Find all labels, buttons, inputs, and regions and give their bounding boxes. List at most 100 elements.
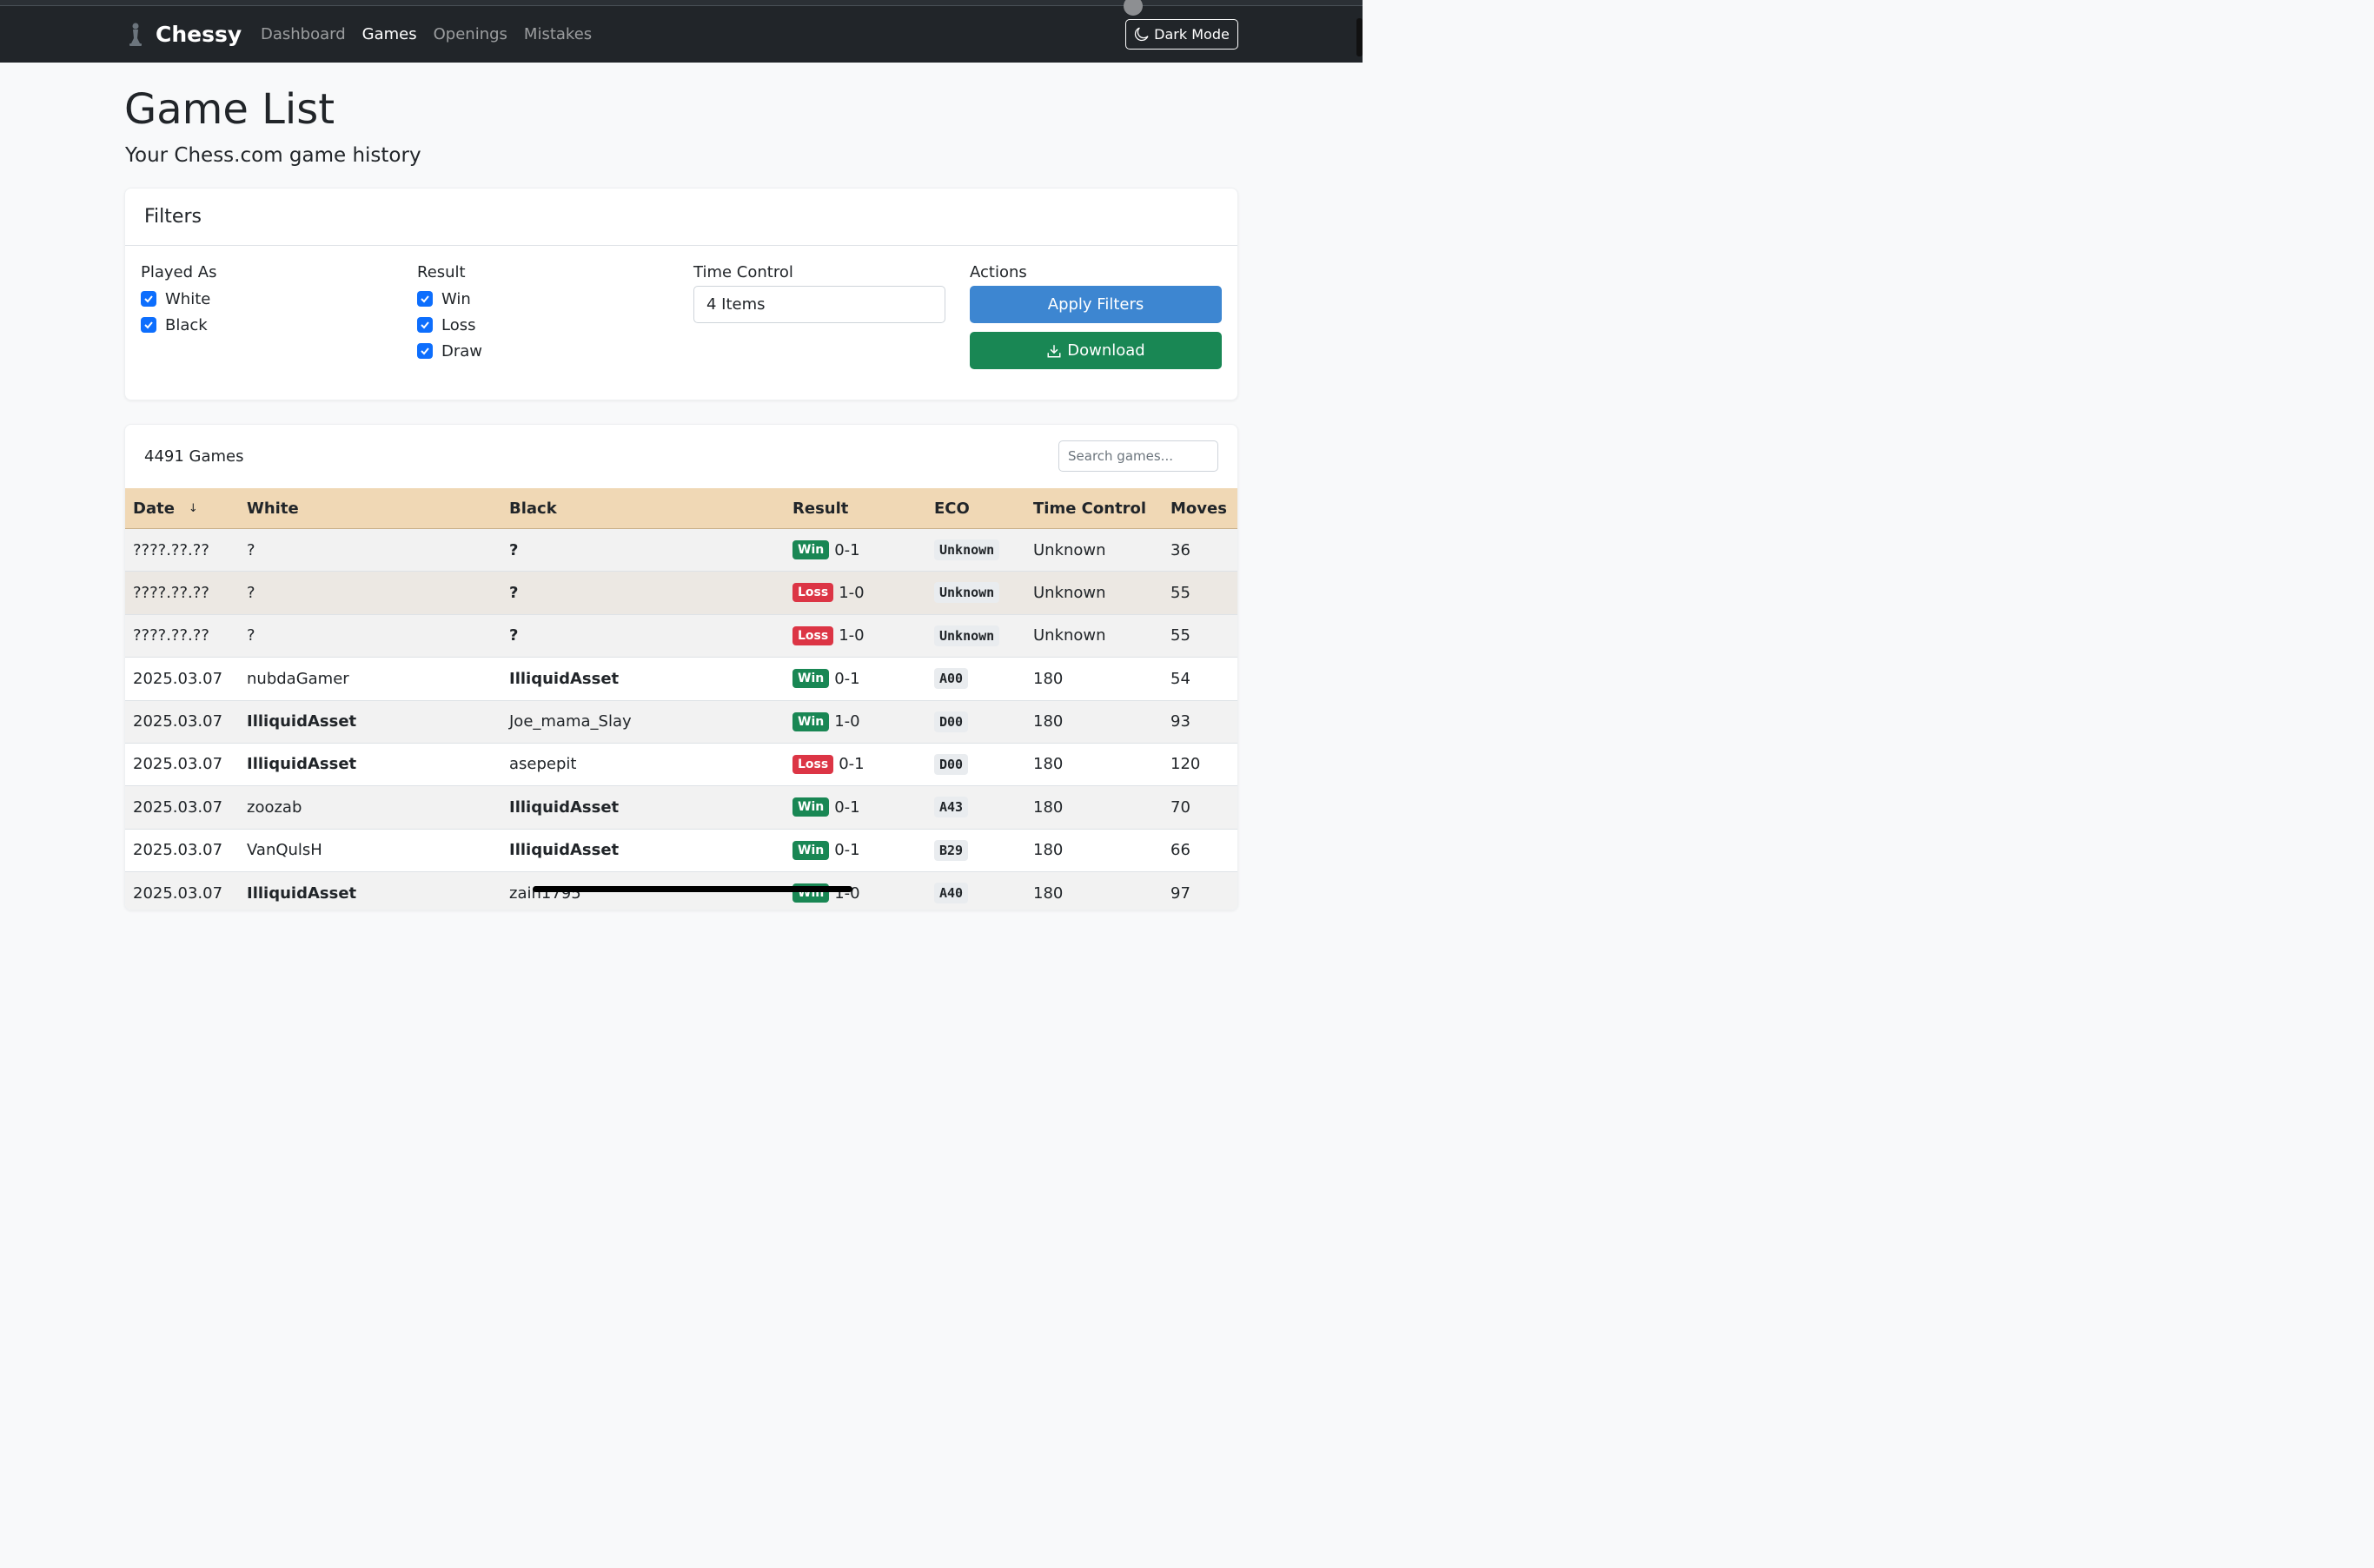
checkbox-label: Black bbox=[165, 315, 208, 334]
nav-link-games[interactable]: Games bbox=[362, 25, 417, 43]
cell-time-control: 180 bbox=[1033, 669, 1064, 688]
games-table-body: ????.??.?? ? ? Win 0-1 Unknown Unknown 36… bbox=[125, 529, 1237, 910]
sort-arrow-icon: ↓ bbox=[188, 502, 198, 515]
cell-white: ? bbox=[247, 583, 255, 602]
cell-black: IlliquidAsset bbox=[509, 797, 620, 817]
cell-time-control: Unknown bbox=[1033, 626, 1106, 645]
cell-moves: 36 bbox=[1170, 540, 1190, 559]
checkbox-checked-icon[interactable] bbox=[417, 343, 433, 359]
cell-time-control: Unknown bbox=[1033, 540, 1106, 559]
time-control-label: Time Control bbox=[693, 263, 793, 281]
cell-result: Win 0-1 bbox=[792, 786, 860, 828]
column-result[interactable]: Result bbox=[792, 488, 848, 529]
cell-moves: 70 bbox=[1170, 797, 1190, 817]
cell-white: zoozab bbox=[247, 797, 302, 817]
download-icon bbox=[1047, 344, 1061, 357]
cell-eco: Unknown bbox=[934, 615, 1000, 657]
table-row[interactable]: 2025.03.07 zoozab IlliquidAsset Win 0-1 A… bbox=[125, 786, 1237, 830]
page-subtitle: Your Chess.com game history bbox=[125, 144, 421, 167]
time-control-group: Time Control 4 Items bbox=[693, 263, 945, 323]
nav-link-dashboard[interactable]: Dashboard bbox=[261, 25, 346, 43]
table-row[interactable]: ????.??.?? ? ? Win 0-1 Unknown Unknown 36 bbox=[125, 529, 1237, 572]
cell-date: 2025.03.07 bbox=[133, 841, 223, 860]
cell-time-control: 180 bbox=[1033, 755, 1064, 774]
cell-eco: D00 bbox=[934, 701, 969, 743]
cell-moves: 93 bbox=[1170, 712, 1190, 731]
column-white[interactable]: White bbox=[247, 488, 299, 529]
cell-result: Win 0-1 bbox=[792, 658, 860, 699]
search-input[interactable] bbox=[1058, 440, 1218, 472]
cell-date: 2025.03.07 bbox=[133, 883, 223, 903]
checkbox-checked-icon[interactable] bbox=[141, 317, 156, 333]
score: 0-1 bbox=[834, 669, 860, 688]
checkbox-black[interactable]: Black bbox=[141, 312, 216, 338]
navbar: Chessy Dashboard Games Openings Mistakes… bbox=[0, 6, 1363, 63]
checkbox-draw[interactable]: Draw bbox=[417, 338, 482, 364]
column-date[interactable]: Date ↓ bbox=[133, 488, 198, 529]
games-count: 4491 Games bbox=[144, 447, 244, 466]
dark-mode-button[interactable]: Dark Mode bbox=[1125, 19, 1238, 50]
checkbox-win[interactable]: Win bbox=[417, 286, 482, 312]
window-top-strip bbox=[0, 0, 1363, 6]
nav-link-mistakes[interactable]: Mistakes bbox=[524, 25, 592, 43]
brand[interactable]: Chessy bbox=[126, 18, 242, 50]
cell-moves: 54 bbox=[1170, 669, 1190, 688]
cell-moves: 55 bbox=[1170, 583, 1190, 602]
cell-date: 2025.03.07 bbox=[133, 669, 223, 688]
cell-black: IlliquidAsset bbox=[509, 841, 620, 860]
column-time-control[interactable]: Time Control bbox=[1033, 488, 1146, 529]
cell-time-control: 180 bbox=[1033, 712, 1064, 731]
download-button[interactable]: Download bbox=[970, 332, 1222, 369]
result-badge: Loss bbox=[792, 754, 834, 774]
score: 0-1 bbox=[834, 540, 860, 559]
cell-white: VanQulsH bbox=[247, 841, 322, 860]
score: 0-1 bbox=[834, 797, 860, 817]
cell-date: ????.??.?? bbox=[133, 540, 209, 559]
cell-result: Win 0-1 bbox=[792, 529, 860, 571]
checkbox-label: Win bbox=[441, 289, 471, 308]
table-row[interactable]: ????.??.?? ? ? Loss 1-0 Unknown Unknown 5… bbox=[125, 572, 1237, 615]
result-group: Result Win Loss Draw bbox=[417, 263, 482, 364]
eco-code: Unknown bbox=[934, 625, 1000, 646]
cell-moves: 66 bbox=[1170, 841, 1190, 860]
cell-time-control: 180 bbox=[1033, 841, 1064, 860]
table-row[interactable]: 2025.03.07 IlliquidAsset asepepit Loss 0-… bbox=[125, 743, 1237, 787]
cell-eco: Unknown bbox=[934, 572, 1000, 613]
cell-white: IlliquidAsset bbox=[247, 712, 357, 731]
column-black[interactable]: Black bbox=[509, 488, 557, 529]
cell-moves: 120 bbox=[1170, 755, 1201, 774]
cell-moves: 97 bbox=[1170, 883, 1190, 903]
window-edge-handle bbox=[1356, 18, 1363, 56]
checkbox-checked-icon[interactable] bbox=[417, 317, 433, 333]
table-row[interactable]: 2025.03.07 IlliquidAsset Joe_mama_Slay W… bbox=[125, 700, 1237, 744]
table-row[interactable]: 2025.03.07 VanQulsH IlliquidAsset Win 0-1… bbox=[125, 829, 1237, 873]
eco-code: D00 bbox=[934, 753, 969, 775]
cell-white: ? bbox=[247, 540, 255, 559]
checkbox-white[interactable]: White bbox=[141, 286, 216, 312]
cell-date: 2025.03.07 bbox=[133, 755, 223, 774]
cell-black: ? bbox=[509, 626, 519, 645]
result-label: Result bbox=[417, 263, 466, 281]
cell-black: ? bbox=[509, 540, 519, 559]
cell-black: asepepit bbox=[509, 755, 577, 774]
checkbox-checked-icon[interactable] bbox=[141, 291, 156, 307]
cell-white: IlliquidAsset bbox=[247, 883, 357, 903]
eco-code: B29 bbox=[934, 839, 969, 861]
games-card: 4491 Games Date ↓ White Black Result ECO… bbox=[124, 424, 1238, 910]
nav-links: Dashboard Games Openings Mistakes bbox=[261, 6, 592, 63]
nav-link-openings[interactable]: Openings bbox=[434, 25, 507, 43]
checkbox-loss[interactable]: Loss bbox=[417, 312, 482, 338]
apply-filters-button[interactable]: Apply Filters bbox=[970, 286, 1222, 323]
column-moves[interactable]: Moves bbox=[1170, 488, 1227, 529]
cell-time-control: Unknown bbox=[1033, 583, 1106, 602]
cell-time-control: 180 bbox=[1033, 883, 1064, 903]
table-row[interactable]: 2025.03.07 nubdaGamer IlliquidAsset Win 0… bbox=[125, 658, 1237, 701]
time-control-select[interactable]: 4 Items bbox=[693, 286, 945, 323]
checkbox-checked-icon[interactable] bbox=[417, 291, 433, 307]
table-row[interactable]: ????.??.?? ? ? Loss 1-0 Unknown Unknown 5… bbox=[125, 614, 1237, 658]
column-eco[interactable]: ECO bbox=[934, 488, 970, 529]
cell-moves: 55 bbox=[1170, 626, 1190, 645]
cell-result: Win 0-1 bbox=[792, 830, 860, 871]
cell-result: Win 1-0 bbox=[792, 701, 860, 743]
download-label: Download bbox=[1067, 341, 1145, 360]
